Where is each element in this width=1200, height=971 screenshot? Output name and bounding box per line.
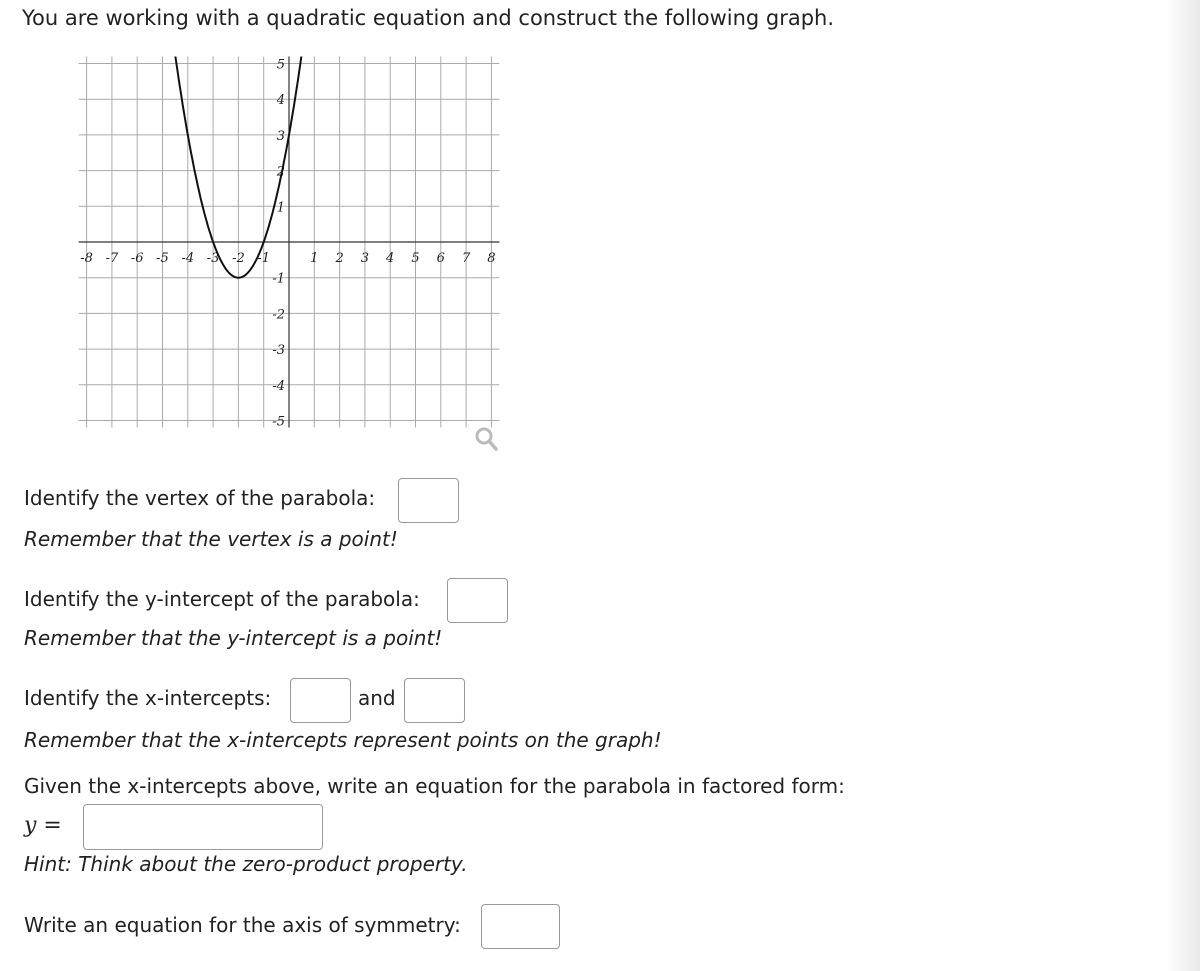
axis-of-symmetry-prompt: Write an equation for the axis of symmet…	[24, 913, 461, 937]
intro-text: You are working with a quadratic equatio…	[22, 6, 835, 30]
vertex-input[interactable]	[398, 478, 459, 523]
y-tick-label: 3	[277, 129, 285, 144]
x-tick-label: -6	[131, 251, 144, 266]
factored-form-input[interactable]	[83, 804, 323, 850]
y-tick-label: -4	[272, 379, 285, 394]
y-tick-label: -1	[272, 272, 285, 287]
x-tick-label: -5	[156, 251, 169, 266]
vertex-prompt: Identify the vertex of the parabola:	[24, 486, 376, 510]
x-tick-label: 3	[361, 251, 369, 266]
x-intercept-2-input[interactable]	[404, 678, 465, 723]
x-tick-label: -2	[232, 251, 245, 266]
x-tick-label: 6	[437, 251, 445, 266]
x-tick-label: 8	[487, 251, 495, 266]
y-intercept-input[interactable]	[447, 578, 508, 623]
page-edge-shadow	[1166, 0, 1200, 971]
magnifier-icon[interactable]	[475, 427, 498, 451]
x-tick-label: 1	[310, 251, 318, 266]
factored-form-prompt: Given the x-intercepts above, write an e…	[24, 774, 845, 798]
y-tick-label: 5	[277, 58, 285, 73]
x-intercept-1-input[interactable]	[290, 678, 351, 723]
x-tick-label: 4	[385, 251, 394, 266]
axis-of-symmetry-input[interactable]	[481, 904, 560, 949]
x-intercepts-hint: Remember that the x-intercepts represent…	[24, 728, 662, 752]
x-tick-label: -8	[80, 251, 93, 266]
x-tick-label: 2	[334, 251, 343, 266]
y-equals-label: y =	[24, 813, 62, 838]
x-tick-label: -7	[106, 251, 119, 266]
y-tick-label: 4	[276, 93, 285, 108]
parabola-graph[interactable]: -8 -7 -6 -5 -4 -3 -2 -1 1 2 3 4 5 6 7 854321-1-2-3-4-5	[70, 45, 510, 465]
y-tick-label: -5	[272, 415, 285, 430]
vertex-hint: Remember that the vertex is a point!	[24, 527, 398, 551]
y-intercept-hint: Remember that the y-intercept is a point…	[24, 626, 443, 650]
x-tick-label: 5	[411, 251, 419, 266]
magnifier-handle	[487, 439, 498, 451]
y-intercept-prompt: Identify the y-intercept of the parabola…	[24, 587, 420, 611]
x-intercepts-prompt: Identify the x-intercepts:	[24, 686, 272, 710]
and-label: and	[358, 686, 396, 710]
y-tick-label: 1	[277, 200, 285, 215]
factored-form-hint: Hint: Think about the zero-product prope…	[24, 852, 468, 876]
y-tick-label: -3	[272, 343, 285, 358]
x-tick-label: 7	[462, 251, 471, 266]
y-tick-label: -2	[272, 307, 285, 322]
x-tick-label: -4	[181, 251, 194, 266]
